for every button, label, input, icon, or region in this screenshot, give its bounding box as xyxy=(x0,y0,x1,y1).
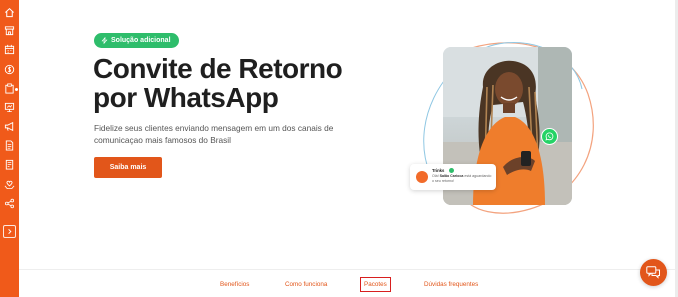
invoice-icon[interactable] xyxy=(3,158,16,171)
page-title: Convite de Retorno por WhatsApp xyxy=(93,53,343,113)
dollar-icon[interactable] xyxy=(3,63,16,76)
hero-description: Fidelize seus clientes enviando mensagem… xyxy=(94,123,334,145)
chat-bubbles-icon xyxy=(646,266,660,279)
heart-hands-icon[interactable] xyxy=(3,178,16,191)
sidebar xyxy=(0,0,19,297)
home-icon[interactable] xyxy=(3,6,16,19)
nav-link-pacotes[interactable]: Pacotes xyxy=(360,277,391,292)
notification-dot xyxy=(15,88,18,91)
message-sender: Trinks xyxy=(432,168,445,173)
message-greeting: Olá! xyxy=(432,174,439,178)
nav-link-como-funciona[interactable]: Como funciona xyxy=(285,281,327,288)
verified-icon xyxy=(449,168,454,173)
nav-link-beneficios[interactable]: Benefícios xyxy=(220,281,249,288)
presentation-icon[interactable] xyxy=(3,101,16,114)
whatsapp-message-card: Trinks Olá! Salão Carioca está aguardand… xyxy=(410,164,496,190)
nav-link-duvidas[interactable]: Dúvidas frequentes xyxy=(424,281,478,288)
message-text: Olá! Salão Carioca está aguardando o seu… xyxy=(432,174,494,184)
solution-badge: Solução adicional xyxy=(94,33,179,48)
whatsapp-icon xyxy=(541,128,558,145)
megaphone-icon[interactable] xyxy=(3,120,16,133)
share-icon[interactable] xyxy=(3,197,16,210)
store-icon[interactable] xyxy=(3,24,16,37)
document-icon[interactable] xyxy=(3,139,16,152)
section-nav: Benefícios Como funciona Pacotes Dúvidas… xyxy=(19,270,675,297)
sidebar-expand-button[interactable] xyxy=(3,225,16,238)
badge-label: Solução adicional xyxy=(111,37,171,44)
lightning-icon xyxy=(101,37,108,44)
calendar-icon[interactable] xyxy=(3,43,16,56)
chat-button[interactable] xyxy=(640,259,667,286)
learn-more-button[interactable]: Saiba mais xyxy=(94,157,162,178)
trinks-avatar xyxy=(416,171,428,183)
message-salon: Salão Carioca xyxy=(439,174,464,178)
chevron-right-icon xyxy=(8,228,12,235)
